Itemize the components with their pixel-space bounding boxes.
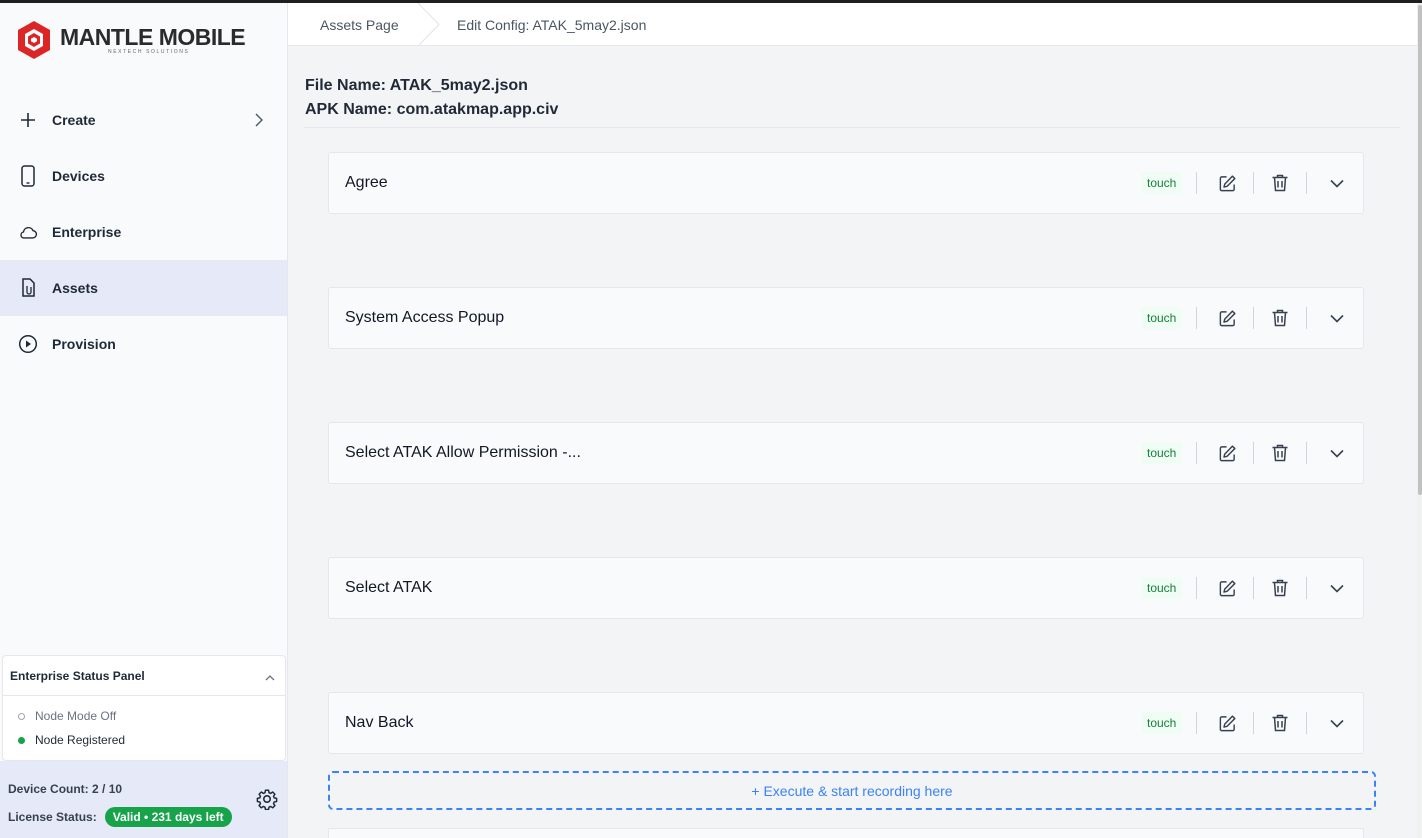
sidebar-item-provision[interactable]: Provision: [0, 316, 287, 372]
step-title: Agree: [345, 174, 388, 191]
node-mode-status: Node Mode Off: [3, 704, 285, 728]
chevron-right-icon: [255, 110, 267, 130]
step-type-badge: touch: [1141, 442, 1183, 464]
separator: [1253, 307, 1254, 329]
separator: [1253, 442, 1254, 464]
cloud-icon: [18, 222, 38, 242]
node-registered-status: Node Registered: [3, 728, 285, 752]
step-card[interactable]: Nav Back touch: [328, 692, 1364, 754]
edit-icon[interactable]: [1216, 442, 1238, 464]
window-top-border: [0, 0, 1422, 3]
separator: [1253, 712, 1254, 734]
play-circle-icon: [18, 334, 38, 354]
brand-tagline: NEXTECH SOLUTIONS: [108, 48, 190, 55]
chevron-up-icon[interactable]: [265, 670, 275, 684]
separator: [1196, 307, 1197, 329]
sidebar-nav: Create Devices Enterprise Assets Provisi…: [0, 92, 287, 372]
sidebar-item-create[interactable]: Create: [0, 92, 287, 148]
divider: [304, 127, 1400, 128]
license-status: License Status: Valid • 231 days left: [8, 807, 232, 827]
step-title: Select ATAK: [345, 579, 433, 596]
step-type-badge: touch: [1141, 307, 1183, 329]
step-card[interactable]: [328, 828, 1364, 838]
execute-record-button[interactable]: + Execute & start recording here: [328, 771, 1376, 810]
sidebar-item-label: Create: [52, 112, 96, 128]
gear-icon[interactable]: [256, 788, 278, 811]
status-panel-header[interactable]: Enterprise Status Panel: [3, 656, 285, 696]
step-card[interactable]: Agree touch: [328, 152, 1364, 214]
device-count: Device Count: 2 / 10: [8, 782, 123, 796]
edit-icon[interactable]: [1216, 307, 1238, 329]
sidebar-item-label: Provision: [52, 336, 116, 352]
smartphone-icon: [18, 165, 38, 187]
scrollbar[interactable]: [1417, 3, 1422, 838]
breadcrumb-assets-page[interactable]: Assets Page: [320, 3, 399, 46]
step-card[interactable]: System Access Popup touch: [328, 287, 1364, 349]
status-panel-title: Enterprise Status Panel: [10, 668, 145, 683]
trash-icon[interactable]: [1269, 712, 1291, 734]
breadcrumb-edit-config: Edit Config: ATAK_5may2.json: [457, 16, 647, 33]
brand-logo[interactable]: MANTLE MOBILE NEXTECH SOLUTIONS: [16, 18, 246, 62]
sidebar-item-label: Devices: [52, 168, 105, 184]
edit-icon[interactable]: [1216, 712, 1238, 734]
separator: [1306, 307, 1307, 329]
separator: [1196, 172, 1197, 194]
chevron-down-icon[interactable]: [1326, 712, 1348, 734]
separator: [1306, 577, 1307, 599]
edit-icon[interactable]: [1216, 577, 1238, 599]
separator: [1196, 712, 1197, 734]
chevron-down-icon[interactable]: [1326, 307, 1348, 329]
sidebar-item-devices[interactable]: Devices: [0, 148, 287, 204]
node-registered-label: Node Registered: [35, 733, 126, 747]
trash-icon[interactable]: [1269, 172, 1291, 194]
separator: [1306, 442, 1307, 464]
trash-icon[interactable]: [1269, 442, 1291, 464]
separator: [1306, 172, 1307, 194]
trash-icon[interactable]: [1269, 307, 1291, 329]
chevron-down-icon[interactable]: [1326, 442, 1348, 464]
separator: [1253, 172, 1254, 194]
enterprise-status-panel: Enterprise Status Panel Node Mode Off No…: [2, 655, 286, 761]
plus-icon: [18, 110, 38, 130]
chevron-down-icon[interactable]: [1326, 172, 1348, 194]
step-card[interactable]: Select ATAK touch: [328, 557, 1364, 619]
step-card[interactable]: Select ATAK Allow Permission -... touch: [328, 422, 1364, 484]
node-mode-label: Node Mode Off: [35, 709, 117, 723]
step-type-badge: touch: [1141, 172, 1183, 194]
step-title: System Access Popup: [345, 309, 505, 326]
separator: [1306, 712, 1307, 734]
step-type-badge: touch: [1141, 712, 1183, 734]
sidebar-item-assets[interactable]: Assets: [0, 260, 287, 316]
sidebar-item-label: Assets: [52, 280, 98, 296]
device-panel: Device Count: 2 / 10 License Status: Val…: [0, 761, 287, 838]
brand-name: MANTLE MOBILE: [60, 23, 246, 50]
status-dot-off-icon: [18, 712, 25, 720]
chevron-down-icon[interactable]: [1326, 577, 1348, 599]
separator: [1196, 442, 1197, 464]
breadcrumb: Assets Page Edit Config: ATAK_5may2.json: [288, 3, 1417, 46]
sidebar: MANTLE MOBILE NEXTECH SOLUTIONS Create D…: [0, 0, 288, 838]
trash-icon[interactable]: [1269, 577, 1291, 599]
step-title: Select ATAK Allow Permission -...: [345, 444, 581, 461]
license-label: License Status:: [8, 810, 97, 824]
scrollbar-thumb[interactable]: [1418, 5, 1422, 495]
logo-hexagon-icon: [18, 21, 50, 59]
file-icon: [18, 278, 38, 298]
file-name: File Name: ATAK_5may2.json: [305, 77, 528, 94]
separator: [1196, 577, 1197, 599]
file-info: File Name: ATAK_5may2.json APK Name: com…: [305, 74, 558, 122]
step-type-badge: touch: [1141, 577, 1183, 599]
breadcrumb-separator-icon: [417, 3, 440, 46]
license-badge: Valid • 231 days left: [104, 807, 232, 827]
sidebar-item-label: Enterprise: [52, 224, 122, 240]
status-dot-on-icon: [18, 736, 25, 744]
edit-icon[interactable]: [1216, 172, 1238, 194]
step-title: Nav Back: [345, 714, 414, 731]
apk-name: APK Name: com.atakmap.app.civ: [305, 101, 559, 118]
sidebar-item-enterprise[interactable]: Enterprise: [0, 204, 287, 260]
separator: [1253, 577, 1254, 599]
